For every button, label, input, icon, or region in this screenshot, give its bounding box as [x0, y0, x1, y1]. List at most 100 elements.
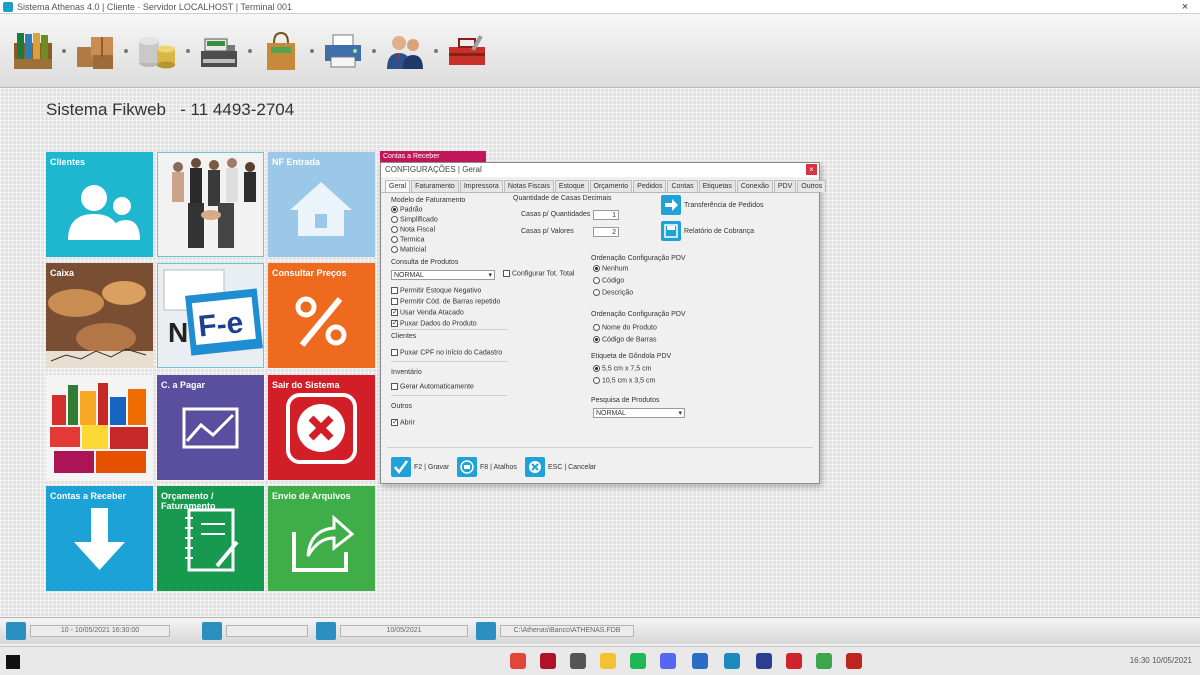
tile-sair-sistema[interactable]: Sair do Sistema: [268, 375, 375, 480]
tab-notas-fiscais[interactable]: Notas Fiscais: [503, 180, 554, 192]
tile-contas-pagar[interactable]: C. a Pagar: [157, 375, 264, 480]
check-abrir[interactable]: ✓ Abrir: [391, 419, 415, 426]
checkbox[interactable]: [391, 349, 398, 356]
radio-button[interactable]: [593, 324, 600, 331]
home-icon[interactable]: [6, 622, 26, 640]
tile-orcamento[interactable]: Orçamento / Faturamento: [157, 486, 264, 591]
formato-option[interactable]: Termica: [391, 236, 425, 243]
folder-icon[interactable]: [600, 653, 616, 669]
tab-contas[interactable]: Contas: [667, 180, 698, 192]
checkbox[interactable]: ✓: [391, 320, 398, 327]
tile-nf-entrada[interactable]: NF Entrada: [268, 152, 375, 257]
media-icon[interactable]: [786, 653, 802, 669]
notepad-icon[interactable]: [570, 653, 586, 669]
radio-button[interactable]: [593, 265, 600, 272]
tile-consultar-precos[interactable]: Consultar Preços: [268, 263, 375, 368]
radio-button[interactable]: [391, 236, 398, 243]
checkbox[interactable]: [391, 287, 398, 294]
tile-nfe-photo[interactable]: F-e N: [157, 263, 264, 368]
tab-conexao[interactable]: Conexão: [736, 180, 773, 192]
val-stepper[interactable]: 2: [593, 227, 619, 237]
tab-pdv[interactable]: PDV: [773, 180, 797, 192]
checkbox[interactable]: [391, 298, 398, 305]
formato-option[interactable]: Padrão: [391, 206, 423, 213]
cancelar-button[interactable]: ESC | Cancelar: [525, 457, 596, 477]
radio-button[interactable]: [593, 289, 600, 296]
toolbar-cadastros-button[interactable]: [4, 20, 62, 82]
check-cod-barras[interactable]: Permitir Cód. de Barras repetido: [391, 298, 500, 305]
transferencia-button[interactable]: Transferência de Pedidos: [661, 195, 764, 215]
id-card-icon[interactable]: [202, 622, 222, 640]
pesquisa-select[interactable]: NORMAL ▾: [593, 408, 685, 418]
tab-estoque[interactable]: Estoque: [554, 180, 589, 192]
checkbox[interactable]: [391, 383, 398, 390]
toolbar-financeiro-button[interactable]: [128, 20, 186, 82]
check-inventario[interactable]: Gerar Automaticamente: [391, 383, 474, 390]
etiqueta-option[interactable]: 10,5 cm x 3,5 cm: [593, 377, 655, 384]
tile-clientes[interactable]: Clientes: [46, 152, 153, 257]
toolbar-impressao-button[interactable]: [314, 20, 372, 82]
radio-button[interactable]: [593, 277, 600, 284]
radio-button[interactable]: [391, 226, 398, 233]
formato-option[interactable]: Simplificado: [391, 216, 438, 223]
dialog-close-button[interactable]: ×: [806, 164, 817, 175]
visual-studio-icon[interactable]: [692, 653, 708, 669]
browser-icon[interactable]: [816, 653, 832, 669]
gravar-button[interactable]: F2 | Gravar: [391, 457, 449, 477]
toolbar-estoque-button[interactable]: [66, 20, 124, 82]
athenas-icon[interactable]: [724, 653, 740, 669]
checkbox[interactable]: ✓: [391, 309, 398, 316]
radio-button[interactable]: [593, 377, 600, 384]
tile-envio-arquivos[interactable]: Envio de Arquivos: [268, 486, 375, 591]
tab-outros[interactable]: Outros: [797, 180, 827, 192]
database-icon[interactable]: [476, 622, 496, 640]
qtd-stepper[interactable]: 1: [593, 210, 619, 220]
check-estoque-negativo[interactable]: Permitir Estoque Negativo: [391, 287, 481, 294]
ordem1-option[interactable]: Descrição: [593, 289, 633, 296]
radio-button[interactable]: [391, 246, 398, 253]
tab-faturamento[interactable]: Faturamento: [411, 180, 459, 192]
toolbar-ferramentas-button[interactable]: [438, 20, 496, 82]
radio-button[interactable]: [593, 336, 600, 343]
tab-impressora[interactable]: Impressora: [459, 180, 503, 192]
window-close-button[interactable]: ×: [1170, 1, 1200, 13]
radio-button[interactable]: [391, 206, 398, 213]
toolbar-compras-button[interactable]: [252, 20, 310, 82]
consulta-select[interactable]: NORMAL ▾: [391, 270, 495, 280]
vpn-icon[interactable]: [756, 653, 772, 669]
check-cpf[interactable]: Puxar CPF no início do Cadastro: [391, 349, 502, 356]
checkbox[interactable]: ✓: [391, 419, 398, 426]
tile-contas-receber[interactable]: Contas a Receber: [46, 486, 153, 591]
tab-orcamento[interactable]: Orçamento: [589, 180, 633, 192]
chrome-icon[interactable]: [510, 653, 526, 669]
relatorio-button[interactable]: Relatório de Cobrança: [661, 221, 754, 241]
discord-icon[interactable]: [660, 653, 676, 669]
etiqueta-option[interactable]: 5,5 cm x 7,5 cm: [593, 365, 651, 372]
check-venda-atacado[interactable]: ✓ Usar Venda Atacado: [391, 309, 464, 316]
ordem1-option[interactable]: Nenhum: [593, 265, 628, 272]
toolbar-caixa-button[interactable]: [190, 20, 248, 82]
game-icon[interactable]: [846, 653, 862, 669]
toolbar-usuarios-button[interactable]: [376, 20, 434, 82]
tab-etiquetas[interactable]: Etiquetas: [698, 180, 736, 192]
tab-pedidos[interactable]: Pedidos: [633, 180, 667, 192]
checkbox[interactable]: [503, 270, 510, 277]
formato-option[interactable]: Nota Fiscal: [391, 226, 435, 233]
radio-button[interactable]: [593, 365, 600, 372]
ordem1-option[interactable]: Código: [593, 277, 624, 284]
config-total-check[interactable]: Configurar Tot. Total: [503, 270, 574, 277]
check-dados-produto[interactable]: ✓ Puxar Dados do Produto: [391, 320, 477, 327]
tile-caixa[interactable]: Caixa: [46, 263, 153, 368]
spotify-icon[interactable]: [630, 653, 646, 669]
tile-business-photo[interactable]: [157, 152, 264, 257]
radio-button[interactable]: [391, 216, 398, 223]
app-icon[interactable]: [540, 653, 556, 669]
tab-geral[interactable]: Geral: [385, 180, 411, 192]
calendar-icon[interactable]: [316, 622, 336, 640]
atalhos-button[interactable]: F8 | Atalhos: [457, 457, 517, 477]
formato-option[interactable]: Matricial: [391, 246, 426, 253]
windows-start-icon[interactable]: [6, 655, 20, 669]
ordem2-option[interactable]: Nome do Produto: [593, 324, 657, 331]
tile-produtos-photo[interactable]: [46, 375, 153, 480]
ordem2-option[interactable]: Código de Barras: [593, 336, 656, 343]
